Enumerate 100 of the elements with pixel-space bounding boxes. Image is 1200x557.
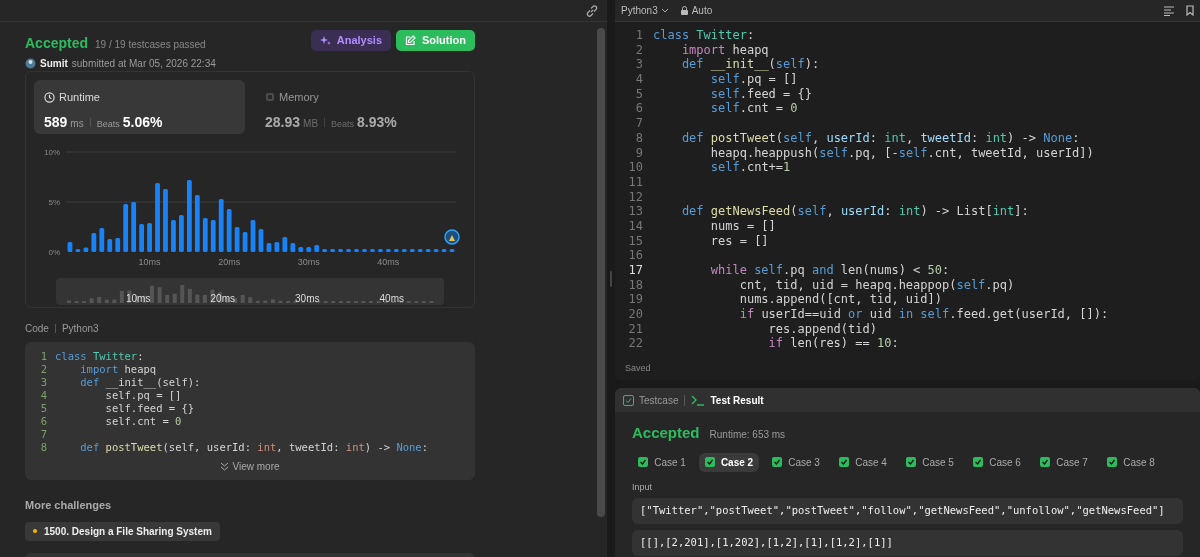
- lock-icon: [680, 6, 688, 15]
- histogram-bar: [99, 228, 105, 252]
- histogram-bar: [218, 199, 224, 252]
- code-line: nums = []: [709, 218, 776, 234]
- histogram-bar: [441, 249, 447, 252]
- histogram-bar: [274, 242, 280, 252]
- line-number: 12: [627, 189, 644, 205]
- edit-icon: [405, 35, 416, 46]
- line-number: 18: [627, 277, 644, 293]
- language-dropdown[interactable]: Python3: [621, 3, 669, 18]
- code-line: def postTweet(self, userId: int, tweetId: int) -> None:: [79, 441, 429, 454]
- histogram-bar: [194, 195, 200, 252]
- histogram-bar: [242, 232, 248, 252]
- check-icon: [638, 457, 649, 467]
- line-number: 21: [627, 321, 644, 337]
- code-line: self.cnt = 0: [104, 415, 182, 428]
- input-label: Input: [631, 480, 654, 494]
- histogram-bar: [107, 239, 113, 252]
- input-value: ["Twitter","postTweet","postTweet","follow","getNewsFeed","unfollow","getNewsFeed"]: [632, 498, 1183, 524]
- case-tab[interactable]: Case 6: [967, 452, 1027, 472]
- histogram-bar: [147, 223, 152, 252]
- beats-value: 8.93%: [357, 112, 397, 132]
- chevrons-down-icon: [220, 462, 230, 471]
- histogram-bar: [338, 249, 343, 252]
- chevron-down-icon: [660, 7, 669, 14]
- challenge-chip[interactable]: 1500. Design a File Sharing System: [25, 521, 220, 541]
- metric-label: Runtime: [59, 90, 100, 105]
- code-line: class Twitter:: [55, 350, 144, 363]
- link-icon[interactable]: [585, 3, 599, 18]
- panel-tab[interactable]: Test Result: [691, 392, 764, 408]
- histogram-bar: [226, 209, 232, 252]
- line-number: 8: [39, 441, 48, 454]
- beats-label: Beats: [96, 117, 120, 131]
- check-icon: [1107, 457, 1118, 467]
- case-tab[interactable]: Case 1: [632, 452, 692, 472]
- line-number: 13: [627, 204, 644, 219]
- axis-label: 20ms: [218, 257, 241, 267]
- case-tab[interactable]: Case 8: [1101, 452, 1161, 472]
- check-icon: [772, 457, 783, 467]
- username[interactable]: Sumit: [40, 56, 68, 71]
- check-icon: [704, 457, 715, 467]
- metric-tab[interactable]: Memory 28.93 MB Beats 8.93%: [255, 80, 466, 134]
- range-overview[interactable]: 10ms 20ms 30ms 40ms: [56, 278, 444, 305]
- code-line: class Twitter:: [653, 28, 755, 43]
- metric-label: Memory: [279, 90, 319, 105]
- line-number: 3: [39, 376, 48, 389]
- code-line: self.cnt+=1: [709, 160, 791, 175]
- chip-icon: [265, 92, 275, 103]
- metric-tab[interactable]: Runtime 589 ms Beats 5.06%: [34, 80, 245, 134]
- section-title: More challenges: [25, 498, 113, 513]
- case-tab[interactable]: Case 7: [1034, 452, 1094, 472]
- case-tab[interactable]: Case 4: [833, 452, 893, 472]
- histogram-bar: [186, 180, 192, 252]
- histogram-bar: [258, 229, 264, 252]
- code-line: import heapq: [79, 363, 157, 376]
- scrollbar[interactable]: [597, 28, 605, 517]
- mode-label: Auto: [691, 4, 713, 18]
- axis-label: 0%: [48, 248, 60, 257]
- line-number: 2: [39, 363, 48, 376]
- language-label: Python3: [61, 322, 99, 336]
- histogram-bar: [449, 249, 455, 252]
- axis-label: 30ms: [295, 293, 320, 305]
- code-line: def __init__(self):: [680, 57, 820, 73]
- histogram-bar: [115, 238, 121, 252]
- line-number: 20: [627, 307, 644, 322]
- analysis-button[interactable]: Analysis: [310, 30, 391, 51]
- histogram-bar: [306, 247, 312, 252]
- metric-value: 589: [44, 112, 68, 132]
- bookmark-icon[interactable]: [1186, 5, 1194, 16]
- histogram-bar: [362, 249, 367, 252]
- avatar-icon: [444, 229, 460, 245]
- code-line: if len(res) == 10:: [767, 336, 899, 352]
- line-number: 2: [634, 42, 644, 58]
- line-number: 4: [39, 389, 48, 402]
- case-tab[interactable]: Case 3: [766, 452, 826, 472]
- axis-label: 10%: [44, 148, 60, 157]
- view-more-button[interactable]: View more: [220, 459, 280, 474]
- case-tab[interactable]: Case 5: [900, 452, 960, 472]
- histogram-bar: [282, 237, 288, 252]
- histogram-bar: [67, 242, 73, 252]
- axis-label: 10ms: [126, 293, 151, 305]
- case-tab[interactable]: Case 2: [699, 452, 759, 472]
- code-line: heapq.heappush(self.pq, [-self.cnt, tweetId, userId]): [709, 145, 1094, 161]
- histogram-bar: [131, 202, 137, 252]
- line-number: 6: [634, 101, 644, 117]
- histogram-bar: [250, 220, 256, 252]
- line-number: 15: [627, 233, 644, 249]
- histogram-bar: [163, 189, 168, 252]
- axis-label: 10ms: [138, 257, 161, 267]
- code-line: self.pq = []: [104, 389, 182, 402]
- code-line: self.cnt = 0: [709, 101, 798, 117]
- line-number: 16: [627, 248, 644, 263]
- code-line: def postTweet(self, userId: int, tweetId: int) -> None:: [680, 130, 1080, 146]
- histogram-bar: [433, 249, 439, 252]
- histogram-bar: [417, 249, 423, 252]
- line-number: 5: [634, 86, 644, 102]
- panel-tab[interactable]: Testcase: [623, 392, 679, 408]
- format-icon[interactable]: [1164, 5, 1174, 16]
- axis-label: 40ms: [377, 257, 400, 267]
- line-number: 1: [39, 350, 48, 363]
